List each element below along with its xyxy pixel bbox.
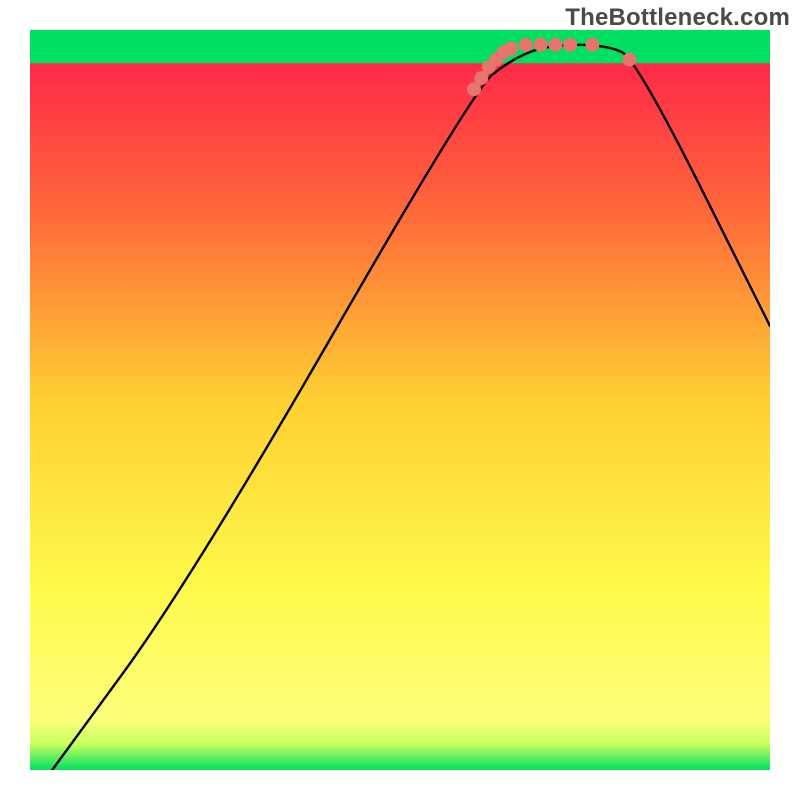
highlight-point <box>585 38 599 52</box>
highlight-point <box>563 38 577 52</box>
highlight-point <box>548 38 562 52</box>
chart-svg <box>30 30 770 770</box>
chart-frame: TheBottleneck.com <box>0 0 800 800</box>
highlight-point <box>504 42 518 56</box>
highlight-point <box>519 38 533 52</box>
highlight-point <box>622 53 636 67</box>
plot-area <box>30 30 770 770</box>
highlight-point <box>534 38 548 52</box>
watermark-text: TheBottleneck.com <box>565 4 790 32</box>
gradient-background <box>30 30 770 770</box>
green-band <box>30 30 770 63</box>
